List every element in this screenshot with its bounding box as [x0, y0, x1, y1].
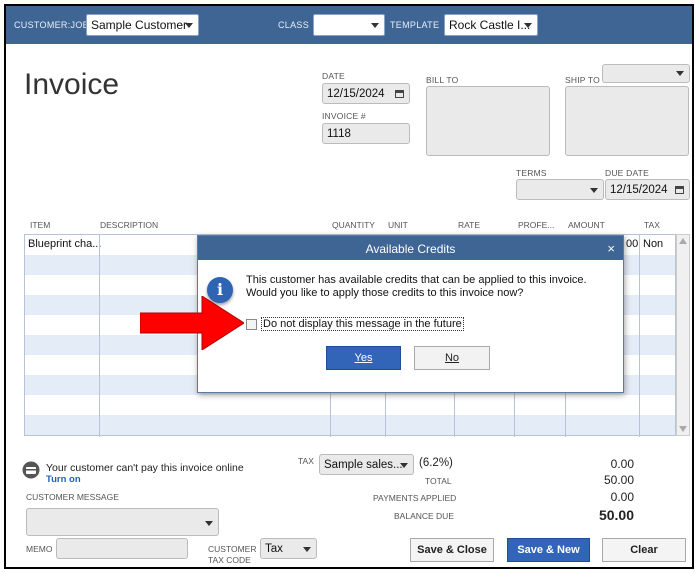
column-header-description[interactable]: DESCRIPTION: [100, 220, 158, 230]
customer-job-label: CUSTOMER:JOB: [14, 20, 89, 30]
terms-label: TERMS: [516, 168, 547, 178]
amount-cell[interactable]: 00: [626, 238, 638, 250]
chevron-down-icon: [371, 23, 379, 28]
item-cell[interactable]: Blueprint cha...: [28, 238, 101, 250]
table-row[interactable]: [25, 415, 675, 435]
due-date-label: DUE DATE: [605, 168, 649, 178]
save-new-button[interactable]: Save & New: [507, 538, 590, 562]
chevron-down-icon: [400, 463, 408, 468]
invoice-number-value: 1118: [327, 128, 351, 140]
due-date-value: 12/15/2024: [610, 184, 668, 196]
tax-cell[interactable]: Non: [643, 238, 663, 250]
column-divider: [639, 235, 640, 437]
date-label: DATE: [322, 71, 345, 81]
customer-job-value: Sample Customer: [91, 18, 188, 32]
column-header-tax[interactable]: TAX: [644, 220, 660, 230]
customer-tax-code-label-2: TAX CODE: [208, 555, 251, 565]
no-button[interactable]: No: [414, 346, 490, 370]
tax-item-dropdown[interactable]: Sample sales...: [319, 454, 414, 475]
chevron-down-icon: [590, 188, 598, 193]
chevron-down-icon: [676, 71, 684, 76]
calendar-icon[interactable]: [395, 90, 404, 98]
table-header: ITEM DESCRIPTION QUANTITY UNIT RATE PROF…: [24, 214, 690, 234]
save-new-label: Save & New: [517, 544, 580, 556]
save-close-button[interactable]: Save & Close: [410, 538, 494, 562]
chevron-down-icon: [524, 23, 532, 28]
online-payment-status: Your customer can't pay this invoice onl…: [46, 462, 244, 474]
available-credits-dialog: Available Credits × i This customer has …: [197, 235, 624, 393]
customer-message-dropdown[interactable]: [26, 508, 219, 536]
tax-item-value: Sample sales...: [324, 459, 403, 471]
customer-job-dropdown[interactable]: Sample Customer: [86, 14, 199, 36]
customer-message-label: CUSTOMER MESSAGE: [26, 492, 119, 502]
bill-to-label: BILL TO: [426, 75, 459, 85]
template-label: TEMPLATE: [390, 20, 440, 30]
invoice-header-bar: CUSTOMER:JOB Sample Customer CLASS TEMPL…: [6, 6, 692, 44]
terms-dropdown[interactable]: [516, 179, 604, 200]
class-dropdown[interactable]: [313, 14, 385, 36]
class-label: CLASS: [278, 20, 310, 30]
save-close-label: Save & Close: [417, 544, 487, 556]
column-divider: [99, 235, 100, 437]
calendar-icon[interactable]: [675, 186, 684, 194]
yes-button-label: Yes: [354, 352, 373, 364]
do-not-display-label[interactable]: Do not display this message in the futur…: [261, 317, 464, 331]
credit-card-icon: [22, 461, 40, 479]
column-header-unit[interactable]: UNIT: [388, 220, 408, 230]
tax-rate: (6.2%): [419, 457, 453, 469]
invoice-number-label: INVOICE #: [322, 111, 366, 121]
column-header-amount[interactable]: AMOUNT: [568, 220, 605, 230]
chevron-down-icon: [185, 23, 193, 28]
column-header-rate[interactable]: RATE: [458, 220, 480, 230]
do-not-display-checkbox[interactable]: [246, 319, 257, 330]
clear-label: Clear: [630, 544, 658, 556]
dialog-title: Available Credits: [365, 242, 456, 256]
chevron-down-icon: [303, 547, 311, 552]
close-icon[interactable]: ×: [607, 241, 615, 256]
payments-applied-label: PAYMENTS APPLIED: [373, 493, 457, 503]
total-value: 50.00: [603, 473, 634, 487]
customer-tax-code-value: Tax: [265, 543, 283, 555]
chevron-down-icon: [205, 521, 213, 526]
memo-label: MEMO: [26, 544, 53, 554]
invoice-window: CUSTOMER:JOB Sample Customer CLASS TEMPL…: [4, 4, 694, 569]
customer-tax-code-label: CUSTOMER: [208, 544, 257, 554]
template-dropdown[interactable]: Rock Castle I...: [444, 14, 538, 36]
bill-to-field[interactable]: [426, 86, 550, 156]
scroll-down-icon[interactable]: [679, 426, 687, 432]
tax-amount: 0.00: [610, 457, 634, 471]
turn-on-link[interactable]: Turn on: [46, 474, 81, 485]
dialog-title-bar: Available Credits ×: [198, 236, 623, 260]
page-title: Invoice: [24, 68, 120, 101]
column-header-profe[interactable]: PROFE...: [518, 220, 554, 230]
customer-tax-code-dropdown[interactable]: Tax: [260, 538, 317, 559]
ship-to-dropdown[interactable]: [602, 64, 690, 83]
no-button-label: No: [444, 352, 460, 364]
due-date-field[interactable]: 12/15/2024: [605, 179, 690, 200]
dialog-message: This customer has available credits that…: [246, 274, 587, 299]
memo-field[interactable]: [56, 538, 188, 559]
column-header-item[interactable]: ITEM: [30, 220, 50, 230]
invoice-number-field[interactable]: 1118: [322, 123, 410, 144]
date-value: 12/15/2024: [327, 88, 385, 100]
template-value: Rock Castle I...: [449, 18, 531, 32]
table-scrollbar[interactable]: [676, 234, 690, 436]
total-label: TOTAL: [425, 476, 452, 486]
yes-button[interactable]: Yes: [326, 346, 401, 370]
tax-label: TAX: [298, 456, 314, 466]
table-row[interactable]: [25, 395, 675, 415]
payments-applied-value: 0.00: [610, 490, 634, 504]
ship-to-label: SHIP TO: [565, 75, 600, 85]
balance-due-label: BALANCE DUE: [394, 511, 454, 521]
balance-due-value: 50.00: [598, 507, 634, 523]
column-header-quantity[interactable]: QUANTITY: [332, 220, 375, 230]
ship-to-field[interactable]: [565, 86, 689, 156]
red-arrow-annotation: [140, 296, 244, 350]
clear-button[interactable]: Clear: [602, 538, 686, 562]
scroll-up-icon[interactable]: [679, 238, 687, 244]
date-field[interactable]: 12/15/2024: [322, 83, 410, 104]
